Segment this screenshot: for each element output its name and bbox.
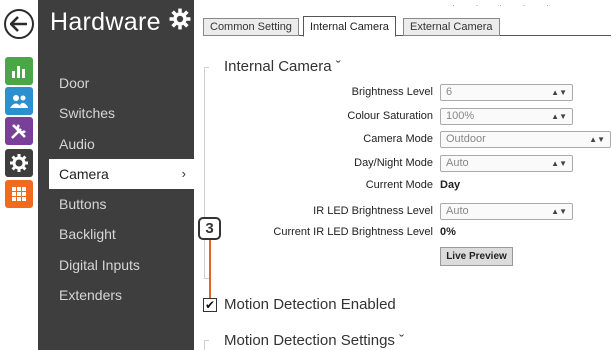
motion-detection-checkbox[interactable]: ✔ <box>203 298 217 312</box>
callout-line <box>209 240 211 298</box>
sidebar-item-extenders[interactable]: Extenders <box>38 280 194 310</box>
current-mode-label: Current Mode <box>365 179 433 191</box>
select-arrows-icon: ▲▼ <box>551 112 567 121</box>
sidebar-item-label: Extenders <box>59 287 123 303</box>
tools-icon[interactable] <box>5 117 33 145</box>
day-night-mode-value: Auto <box>446 157 469 169</box>
tab-bar: Common Setting Internal Camera External … <box>203 16 611 37</box>
sidebar-item-audio[interactable]: Audio <box>38 129 194 159</box>
section-title-internal-camera[interactable]: Internal Camera ˇ <box>224 58 341 75</box>
tab-common-setting[interactable]: Common Setting <box>203 18 299 36</box>
day-night-mode-select[interactable]: Auto ▲▼ <box>440 155 573 172</box>
top-dots: · · · · · <box>452 0 558 10</box>
sidebar-item-label: Camera <box>59 166 109 182</box>
camera-mode-label: Camera Mode <box>363 133 433 145</box>
ir-led-brightness-select[interactable]: Auto ▲▼ <box>440 203 573 220</box>
users-icon[interactable] <box>5 87 33 115</box>
chevron-right-icon: › <box>181 166 186 181</box>
sidebar-item-label: Backlight <box>59 226 116 242</box>
colour-saturation-select[interactable]: 100% ▲▼ <box>440 108 573 125</box>
bar-chart-icon[interactable] <box>5 57 33 85</box>
sidebar-title: Hardware <box>50 8 191 37</box>
camera-mode-value: Outdoor <box>446 133 486 145</box>
section-title-motion-detection-settings[interactable]: Motion Detection Settings ˇ <box>224 332 404 349</box>
motion-detection-label: Motion Detection Enabled <box>224 296 396 313</box>
live-preview-button[interactable]: Live Preview <box>440 247 513 266</box>
select-arrows-icon: ▲▼ <box>551 159 567 168</box>
sidebar-item-backlight[interactable]: Backlight <box>38 219 194 249</box>
camera-mode-select[interactable]: Outdoor ▲▼ <box>440 131 611 148</box>
sidebar-item-label: Switches <box>59 105 116 121</box>
colour-saturation-value: 100% <box>446 110 475 122</box>
hardware-sidebar: Hardware Door Switches Audio Camera › Bu… <box>38 0 198 350</box>
brightness-level-value: 6 <box>446 86 453 98</box>
sidebar-item-door[interactable]: Door <box>38 68 194 98</box>
current-ir-led-label: Current IR LED Brightness Level <box>273 226 433 238</box>
tab-internal-camera[interactable]: Internal Camera <box>303 16 396 37</box>
sidebar-item-buttons[interactable]: Buttons <box>38 189 194 219</box>
select-arrows-icon: ▲▼ <box>551 207 567 216</box>
select-arrows-icon: ▲▼ <box>589 135 605 144</box>
section-bracket <box>204 340 209 350</box>
sidebar-item-switches[interactable]: Switches <box>38 98 194 128</box>
ir-led-brightness-value: Auto <box>446 205 469 217</box>
ir-led-brightness-label: IR LED Brightness Level <box>313 205 433 217</box>
callout-badge: 3 <box>198 217 221 240</box>
brightness-level-label: Brightness Level <box>351 86 433 98</box>
sidebar-item-label: Door <box>59 75 90 91</box>
gear-icon[interactable] <box>5 149 33 177</box>
tab-external-camera[interactable]: External Camera <box>403 18 500 36</box>
day-night-mode-label: Day/Night Mode <box>354 157 433 169</box>
icon-rail <box>0 0 38 350</box>
current-ir-led-value: 0% <box>440 226 456 238</box>
brightness-level-select[interactable]: 6 ▲▼ <box>440 84 573 101</box>
gear-icon <box>169 8 191 37</box>
back-arrow-icon[interactable] <box>4 9 34 39</box>
select-arrows-icon: ▲▼ <box>551 88 567 97</box>
sidebar-item-digital-inputs[interactable]: Digital Inputs <box>38 250 194 280</box>
sidebar-item-label: Buttons <box>59 196 107 212</box>
sidebar-item-camera[interactable]: Camera › <box>49 159 198 189</box>
sidebar-title-label: Hardware <box>50 8 161 36</box>
current-mode-value: Day <box>440 179 461 191</box>
grid-icon[interactable] <box>5 180 33 208</box>
sidebar-item-label: Audio <box>59 136 95 152</box>
colour-saturation-label: Colour Saturation <box>347 110 433 122</box>
sidebar-item-label: Digital Inputs <box>59 257 140 273</box>
